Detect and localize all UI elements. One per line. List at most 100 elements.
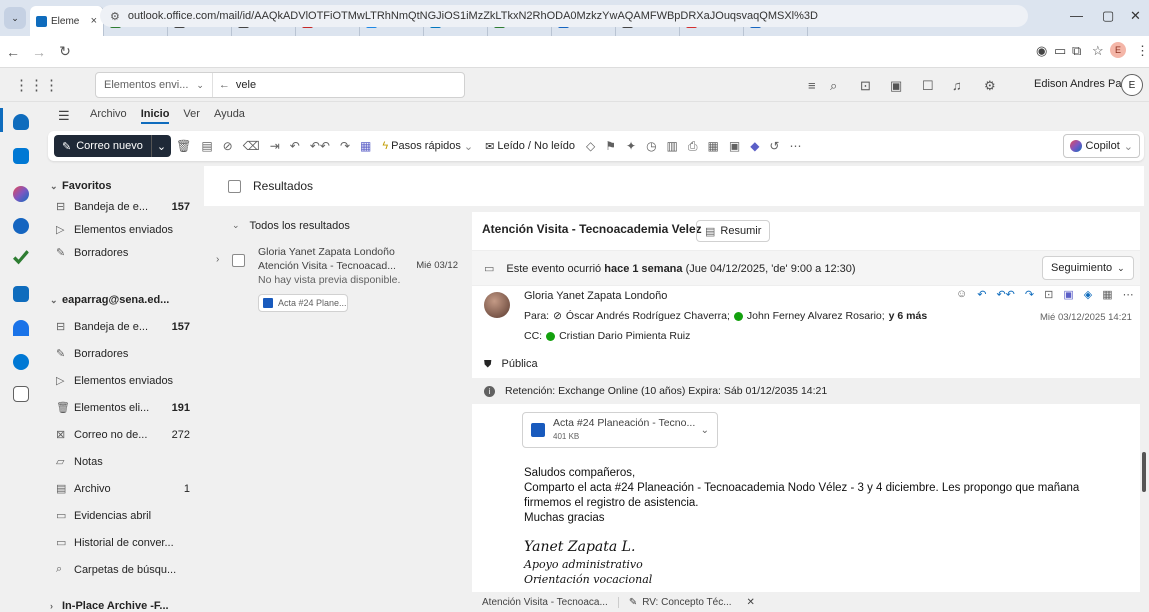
folder-item[interactable]: ▭ Evidencias abril [56,509,198,523]
copilot-app-icon[interactable] [13,186,29,202]
tab-search-icon[interactable]: ⌄ [4,7,26,29]
folder-item[interactable]: ⊟ Bandeja de e... 157 [56,320,198,334]
search-icon[interactable]: ⌕ [830,78,837,94]
folder-item[interactable]: ✎ Borradores [56,347,198,361]
tab-archivo[interactable]: Archivo [90,108,127,124]
copilot-button[interactable]: Copilot ⌄ [1062,134,1140,158]
bookmark-star-icon[interactable]: ☆ [1092,43,1104,59]
close-window-icon[interactable]: ✕ [1130,8,1141,24]
profile-avatar[interactable]: E [1110,42,1126,58]
folder-item[interactable]: 🗑 Elementos eli... 191 [56,401,198,415]
site-info-icon[interactable]: ⚙ [110,10,120,23]
teams-share-icon[interactable]: ▦ [360,139,371,153]
reload-icon[interactable]: ↻ [52,43,78,60]
more-options-icon[interactable]: ⋯ [789,139,801,153]
bottom-tab-message[interactable]: Atención Visita - Tecnoaca... [472,596,619,608]
archive-header[interactable]: › In-Place Archive -F... [50,600,192,612]
people-app-icon[interactable] [13,218,29,234]
back-icon[interactable]: ← [0,44,26,60]
minimize-icon[interactable]: — [1070,8,1083,23]
account-header[interactable]: ⌄ eaparrag@sena.ed... [50,294,192,306]
select-all-checkbox[interactable] [228,179,241,193]
move-icon[interactable]: ⇥ [270,139,280,153]
sender-avatar[interactable] [484,292,510,318]
print-icon[interactable]: ⎙ [688,139,698,154]
share-teams-icon[interactable]: ⊡ [1044,288,1053,301]
word-app-icon[interactable] [13,286,29,302]
scrollbar-thumb[interactable] [1142,452,1146,492]
url-field[interactable]: ⚙ outlook.office.com/mail/id/AAQkADVlOTF… [100,5,1028,27]
office-icon[interactable]: ▣ [890,78,902,94]
forward-icon[interactable]: → [26,44,52,60]
onedrive-app-icon[interactable] [13,354,29,370]
bell-icon[interactable]: ♫ [952,78,962,93]
sweep-icon[interactable]: ⌫ [243,139,260,153]
flag-icon[interactable]: ⚑ [605,139,616,153]
filter-icon[interactable]: ≡ [808,78,816,93]
cast-icon[interactable]: ⧉ [1072,43,1081,59]
folder-item[interactable]: ✎ Borradores [56,246,198,260]
calendar-app-icon[interactable] [13,148,29,164]
more-apps-icon[interactable] [13,386,29,402]
mail-app-icon[interactable] [13,114,29,130]
new-mail-button[interactable]: ✎ Correo nuevo ⌄ [54,135,172,157]
search-box[interactable]: Elementos envi... ⌄ ← vele [95,72,465,98]
browser-tab[interactable]: Eleme × [30,6,104,36]
favorites-header[interactable]: ⌄ Favoritos [50,180,192,192]
report-icon[interactable]: ⊘ [223,139,233,153]
viva-icon[interactable]: ▣ [1063,288,1073,301]
tab-ayuda[interactable]: Ayuda [214,108,245,124]
folder-item[interactable]: ▱ Notas [56,455,198,469]
folder-item[interactable]: ▷ Elementos enviados [56,374,198,388]
folder-item[interactable]: ⊟ Bandeja de e... 157 [56,200,198,214]
undo-icon[interactable]: ↺ [769,139,779,153]
reply-all-icon[interactable]: ↶↶ [310,139,330,153]
quick-steps-button[interactable]: ϟ Pasos rápidos ⌄ [382,140,473,153]
folder-item[interactable]: ⌕ Carpetas de búsqu... [56,563,198,576]
search-scope-dropdown[interactable]: Elementos envi... ⌄ [96,73,213,97]
expand-chevron-icon[interactable]: › [216,254,219,265]
forward-icon[interactable]: ↷ [340,139,350,153]
tab-ver[interactable]: Ver [183,108,200,124]
close-tab-icon[interactable]: ✕ [747,597,755,608]
folder-item[interactable]: ▭ Historial de conver... [56,536,198,550]
apps-icon[interactable]: ▣ [729,139,740,153]
summarize-button[interactable]: ▤ Resumir [696,220,771,242]
immersive-reader-icon[interactable]: ▦ [708,139,719,153]
reply-icon[interactable]: ↶ [290,139,300,153]
item-attachment-chip[interactable]: Acta #24 Plane... [258,294,348,312]
notes-icon[interactable]: ☐ [922,78,934,94]
todo-app-icon[interactable] [13,250,29,265]
item-checkbox[interactable] [232,254,245,267]
attachment-card[interactable]: Acta #24 Planeación - Tecno... 401 KB ⌄ [522,412,718,448]
pin-icon[interactable]: ✦ [626,139,636,153]
folder-item[interactable]: ▷ Elementos enviados [56,223,198,237]
new-mail-dropdown[interactable]: ⌄ [150,135,171,157]
list-item[interactable]: › Gloria Yanet Zapata Londoño Atención V… [204,242,466,328]
user-avatar[interactable]: E [1121,74,1143,96]
loop-icon[interactable]: ◈ [1084,288,1092,301]
reply-icon[interactable]: ↶ [977,288,986,301]
user-name[interactable]: Edison Andres Par... [1034,78,1134,90]
teams-icon[interactable]: ⊡ [860,78,871,94]
reply-all-icon[interactable]: ↶↶ [996,288,1014,301]
folder-item[interactable]: ⊠ Correo no de... 272 [56,428,198,442]
hamburger-menu-icon[interactable]: ☰ [58,108,70,124]
results-group-header[interactable]: ⌄ Todos los resultados [232,220,350,232]
archive-icon[interactable]: ▤ [201,139,212,153]
read-unread-button[interactable]: ✉ Leído / No leído [485,140,575,153]
clipboard-icon[interactable]: ▭ [1054,43,1066,59]
app-launcher-icon[interactable]: ⋮⋮⋮ [14,76,59,94]
snooze-icon[interactable]: ◷ [646,139,656,153]
browser-menu-icon[interactable]: ⋮ [1136,43,1149,59]
tag-icon[interactable]: ◇ [586,139,595,153]
teams-app-icon[interactable] [13,320,29,336]
emoji-react-icon[interactable]: ☺ [956,288,967,301]
chevron-down-icon[interactable]: ⌄ [701,425,709,436]
eye-icon[interactable]: ◉ [1036,43,1047,59]
search-input[interactable]: vele [236,79,256,91]
delete-icon[interactable]: 🗑 [176,139,191,153]
forward-icon[interactable]: ↷ [1025,288,1034,301]
restore-icon[interactable]: ▢ [1102,8,1114,24]
settings-gear-icon[interactable]: ⚙ [984,78,996,94]
